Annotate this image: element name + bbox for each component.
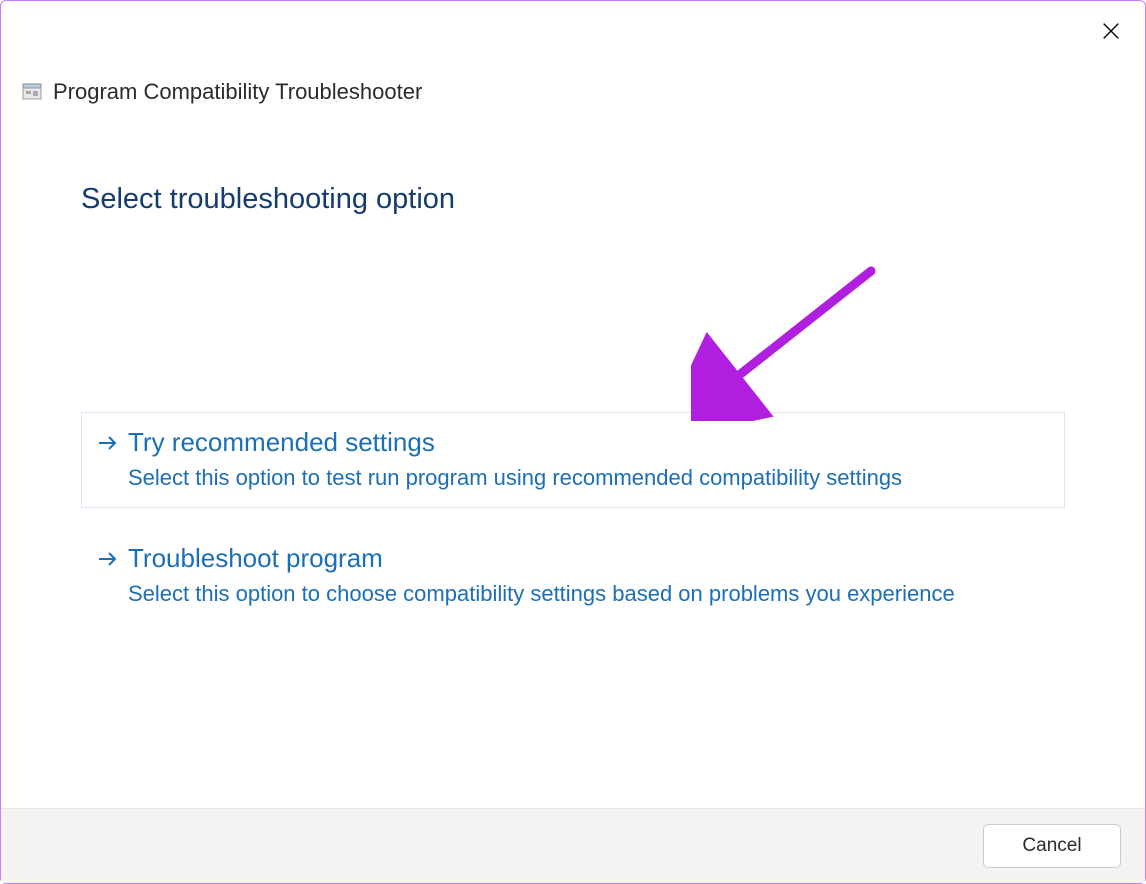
options-list: Try recommended settings Select this opt… (81, 412, 1065, 624)
page-heading: Select troubleshooting option (81, 183, 1065, 216)
close-button[interactable] (1097, 17, 1125, 45)
option-title: Try recommended settings (128, 427, 1050, 458)
option-troubleshoot-program[interactable]: Troubleshoot program Select this option … (81, 528, 1065, 624)
window-title: Program Compatibility Troubleshooter (53, 79, 422, 105)
option-text: Troubleshoot program Select this option … (128, 543, 1050, 609)
option-title: Troubleshoot program (128, 543, 1050, 574)
arrow-right-icon (96, 547, 120, 571)
option-text: Try recommended settings Select this opt… (128, 427, 1050, 493)
content-area: Select troubleshooting option Try recomm… (1, 105, 1145, 808)
option-description: Select this option to choose compatibili… (128, 580, 1050, 609)
dialog-footer: Cancel (1, 808, 1145, 883)
option-description: Select this option to test run program u… (128, 464, 1050, 493)
window-header: Program Compatibility Troubleshooter (1, 1, 1145, 105)
troubleshooter-icon (21, 81, 43, 103)
option-try-recommended[interactable]: Try recommended settings Select this opt… (81, 412, 1065, 508)
troubleshooter-dialog: Program Compatibility Troubleshooter Sel… (0, 0, 1146, 884)
cancel-button[interactable]: Cancel (983, 824, 1121, 868)
close-icon (1100, 20, 1122, 42)
arrow-right-icon (96, 431, 120, 455)
